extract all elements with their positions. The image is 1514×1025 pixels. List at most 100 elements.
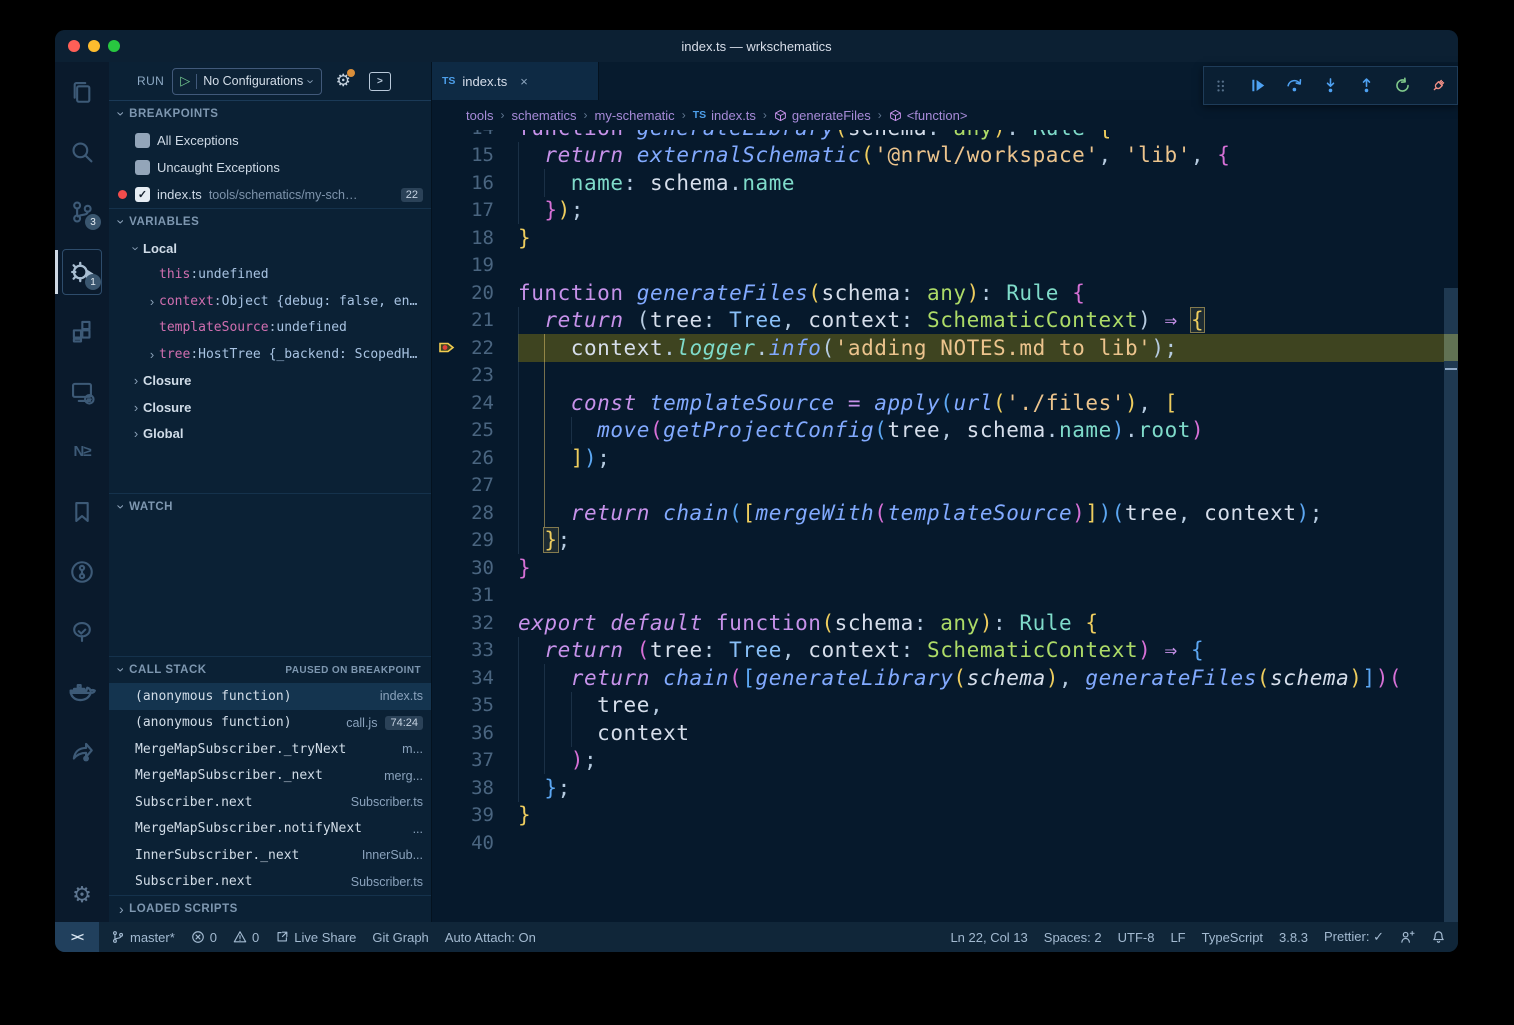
status-item-prettier-[interactable]: Prettier: ✓	[1324, 929, 1384, 945]
status-item-typescript[interactable]: TypeScript	[1202, 930, 1263, 945]
code-line[interactable]: 40	[432, 829, 1444, 857]
callstack-row[interactable]: (anonymous function)index.ts	[109, 683, 431, 710]
editor-gutter[interactable]: 38	[432, 774, 518, 802]
activity-item-bookmarks-icon[interactable]	[55, 482, 109, 542]
grip-handle[interactable]	[1210, 74, 1234, 98]
step-over-icon[interactable]	[1282, 74, 1306, 98]
editor-gutter[interactable]: 18	[432, 224, 518, 252]
loaded-scripts-header[interactable]: › LOADED SCRIPTS	[109, 895, 431, 922]
editor-gutter[interactable]: 22	[432, 334, 518, 362]
activity-item-run-debug-icon[interactable]: 1	[55, 242, 109, 302]
breakpoint-row[interactable]: Uncaught Exceptions	[109, 154, 431, 181]
scrollbar-slider[interactable]	[1444, 288, 1458, 922]
restart-icon[interactable]	[1391, 74, 1415, 98]
callstack-row[interactable]: MergeMapSubscriber._nextmerg...	[109, 763, 431, 790]
breakpoint-checkbox[interactable]: ✓	[135, 187, 150, 202]
status-item-git-graph[interactable]: Git Graph	[372, 930, 428, 945]
editor-gutter[interactable]: 26	[432, 444, 518, 472]
activity-item-search-icon[interactable]	[55, 122, 109, 182]
breakpoints-header[interactable]: › BREAKPOINTS	[109, 100, 431, 127]
callstack-row[interactable]: MergeMapSubscriber.notifyNext...	[109, 816, 431, 843]
editor-gutter[interactable]: 19	[432, 252, 518, 280]
continue-icon[interactable]	[1246, 74, 1270, 98]
status-item-live-share[interactable]: Live Share	[275, 930, 356, 945]
breakpoint-checkbox[interactable]	[135, 133, 150, 148]
watch-header[interactable]: › WATCH	[109, 493, 431, 520]
code-line[interactable]: 21 return (tree: Tree, context: Schemati…	[432, 307, 1444, 335]
code-line[interactable]: 34 return chain([generateLibrary(schema)…	[432, 664, 1444, 692]
status-item[interactable]	[1400, 930, 1415, 945]
variable-row[interactable]: ›context: Object {debug: false, en…	[109, 288, 431, 315]
breadcrumb-item[interactable]: generateFiles	[774, 108, 871, 123]
code-line[interactable]: 15 return externalSchematic('@nrwl/works…	[432, 142, 1444, 170]
breakpoint-row[interactable]: ✓index.tstools/schematics/my-sch…22	[109, 181, 431, 208]
callstack-row[interactable]: Subscriber.nextSubscriber.ts	[109, 789, 431, 816]
code-line[interactable]: 37 );	[432, 747, 1444, 775]
code-line[interactable]: 36 context	[432, 719, 1444, 747]
launch-config-dropdown[interactable]: ▷ No Configurations ›	[172, 68, 321, 95]
breakpoint-checkbox[interactable]	[135, 160, 150, 175]
status-item-ln-22-col-13[interactable]: Ln 22, Col 13	[950, 930, 1027, 945]
editor-gutter[interactable]: 15	[432, 142, 518, 170]
breadcrumb-item[interactable]: my-schematic	[595, 108, 675, 123]
status-item-master-[interactable]: master*	[111, 930, 175, 945]
status-item-utf-8[interactable]: UTF-8	[1118, 930, 1155, 945]
editor-gutter[interactable]: 36	[432, 719, 518, 747]
editor-gutter[interactable]: 24	[432, 389, 518, 417]
code-line[interactable]: 19	[432, 252, 1444, 280]
callstack-row[interactable]: InnerSubscriber._nextInnerSub...	[109, 842, 431, 869]
editor-gutter[interactable]: 16	[432, 169, 518, 197]
code-line[interactable]: 25 move(getProjectConfig(tree, schema.na…	[432, 417, 1444, 445]
code-line[interactable]: 39}	[432, 802, 1444, 830]
code-line[interactable]: 31	[432, 582, 1444, 610]
code-line[interactable]: 28 return chain([mergeWith(templateSourc…	[432, 499, 1444, 527]
step-into-icon[interactable]	[1318, 74, 1342, 98]
status-item-0[interactable]: 0	[233, 930, 259, 945]
status-item[interactable]	[1431, 930, 1446, 945]
activity-item-source-control-icon[interactable]: 3	[55, 182, 109, 242]
editor-scrollbar[interactable]	[1444, 130, 1458, 922]
editor-gutter[interactable]: 32	[432, 609, 518, 637]
call-stack-header[interactable]: › CALL STACK PAUSED ON BREAKPOINT	[109, 656, 431, 683]
code-line[interactable]: 27	[432, 472, 1444, 500]
code-line[interactable]: 20function generateFiles(schema: any): R…	[432, 279, 1444, 307]
manage-gear-icon[interactable]: ⚙	[55, 868, 109, 922]
editor-gutter[interactable]: 20	[432, 279, 518, 307]
breadcrumb-item[interactable]: tools	[466, 108, 493, 123]
close-tab-icon[interactable]: ×	[520, 74, 528, 89]
activity-item-docker-icon[interactable]	[55, 662, 109, 722]
variables-header[interactable]: › VARIABLES	[109, 208, 431, 235]
code-area[interactable]: 14function generateLibrary(schema: any):…	[432, 130, 1458, 922]
editor-gutter[interactable]: 28	[432, 499, 518, 527]
editor-gutter[interactable]: 21	[432, 307, 518, 335]
code-line[interactable]: 26 ]);	[432, 444, 1444, 472]
code-line[interactable]: 14function generateLibrary(schema: any):…	[432, 130, 1444, 142]
code-line[interactable]: 32export default function(schema: any): …	[432, 609, 1444, 637]
editor-gutter[interactable]: 23	[432, 362, 518, 390]
breadcrumb-item[interactable]: <function>	[889, 108, 968, 123]
activity-item-todo-tree-icon[interactable]	[55, 602, 109, 662]
editor-gutter[interactable]: 25	[432, 417, 518, 445]
callstack-row[interactable]: Subscriber.nextSubscriber.ts	[109, 869, 431, 896]
status-item-3-8-3[interactable]: 3.8.3	[1279, 930, 1308, 945]
start-debug-icon[interactable]: ▷	[180, 73, 190, 89]
breadcrumb-item[interactable]: TSindex.ts	[693, 108, 756, 123]
code-line[interactable]: 16 name: schema.name	[432, 169, 1444, 197]
activity-item-remote-explorer-icon[interactable]	[55, 362, 109, 422]
variable-row[interactable]: this: undefined	[109, 262, 431, 289]
callstack-row[interactable]: MergeMapSubscriber._tryNextm...	[109, 736, 431, 763]
code-line[interactable]: 24 const templateSource = apply(url('./f…	[432, 389, 1444, 417]
activity-item-files-icon[interactable]	[55, 62, 109, 122]
variable-row[interactable]: ›tree: HostTree {_backend: ScopedH…	[109, 341, 431, 368]
code-line[interactable]: 29 };	[432, 527, 1444, 555]
code-line[interactable]: 38 };	[432, 774, 1444, 802]
tab-index-ts[interactable]: TS index.ts ×	[432, 62, 599, 100]
variable-row[interactable]: templateSource: undefined	[109, 315, 431, 342]
status-item-0[interactable]: 0	[191, 930, 217, 945]
step-out-icon[interactable]	[1355, 74, 1379, 98]
editor-gutter[interactable]: 35	[432, 692, 518, 720]
status-item-auto-attach-on[interactable]: Auto Attach: On	[445, 930, 536, 945]
code-line[interactable]: 17 });	[432, 197, 1444, 225]
variable-row[interactable]: ›Local	[109, 235, 431, 262]
code-line[interactable]: 23	[432, 362, 1444, 390]
